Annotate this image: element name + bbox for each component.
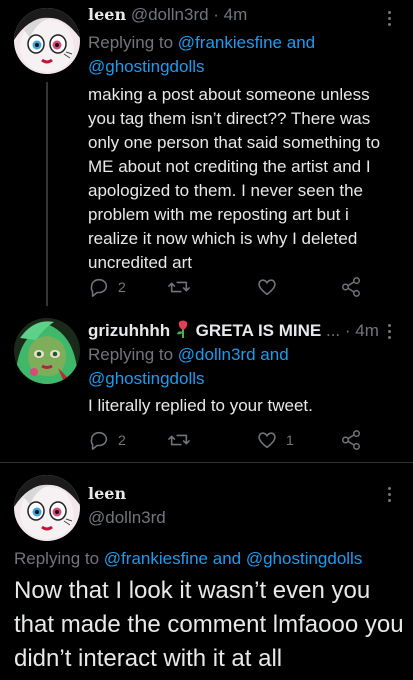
replying-to-label: Replying to xyxy=(88,345,174,364)
mention-link[interactable]: @dolln3rd xyxy=(178,345,256,364)
replying-and: and xyxy=(260,345,289,364)
replying-to: Replying to @dolln3rd and xyxy=(88,344,289,366)
more-options-icon[interactable] xyxy=(388,11,392,29)
retweet-icon xyxy=(168,281,190,293)
retweet-button[interactable] xyxy=(168,427,190,453)
reply-icon xyxy=(90,278,108,297)
share-button[interactable] xyxy=(340,427,362,453)
doll-avatar-icon xyxy=(14,8,80,74)
avatar-leen[interactable] xyxy=(14,8,80,74)
heart-icon xyxy=(258,279,276,296)
handle[interactable]: @dolln3rd xyxy=(131,5,209,24)
display-name-suffix: GRETA IS MINE xyxy=(195,321,322,340)
avatar-leen[interactable] xyxy=(14,475,80,541)
main-display-name[interactable]: leen xyxy=(88,483,126,505)
avatar-grizuhhhh[interactable] xyxy=(14,318,80,384)
heart-icon xyxy=(258,432,276,449)
retweet-icon xyxy=(168,434,190,446)
replying-to: Replying to @frankiesfine and xyxy=(88,32,315,54)
reply-count: 2 xyxy=(118,279,126,295)
mention-link[interactable]: @ghostingdolls xyxy=(246,549,363,568)
tweet-header: grizuhhhh GRETA IS MINE ... · 4m xyxy=(88,320,379,344)
share-icon xyxy=(342,430,360,450)
flower-emoji-icon xyxy=(175,320,191,344)
reply-icon xyxy=(90,431,108,450)
mention-link[interactable]: @frankiesfine xyxy=(104,549,208,568)
tweet-actions: 2 1 xyxy=(88,427,388,453)
replying-to-label: Replying to xyxy=(14,549,100,568)
replying-and: and xyxy=(212,549,242,568)
replying-and: and xyxy=(286,33,316,52)
like-count: 1 xyxy=(286,432,294,448)
reply-button[interactable]: 2 xyxy=(88,427,126,453)
like-button[interactable] xyxy=(256,274,278,300)
reply-count: 2 xyxy=(118,432,126,448)
like-button[interactable]: 1 xyxy=(256,427,294,453)
more-options-icon[interactable] xyxy=(388,324,392,342)
replying-to-label: Replying to xyxy=(88,33,174,52)
timestamp[interactable]: · 4m xyxy=(213,5,247,24)
tweet-header: leen @dolln3rd · 4m xyxy=(88,4,247,26)
doll-avatar-icon xyxy=(14,318,80,384)
tweet-1[interactable]: leen @dolln3rd · 4m Replying to @frankie… xyxy=(0,0,413,310)
main-replying-to: Replying to @frankiesfine and @ghostingd… xyxy=(14,548,362,570)
display-name[interactable]: grizuhhhh xyxy=(88,321,170,340)
share-button[interactable] xyxy=(340,274,362,300)
main-handle[interactable]: @dolln3rd xyxy=(88,507,166,529)
display-name[interactable]: leen xyxy=(88,5,126,24)
main-tweet-text: Now that I look it wasn’t even you that … xyxy=(14,577,404,672)
thread-line xyxy=(46,82,48,306)
share-icon xyxy=(342,277,360,297)
tweet-text: making a post about someone unless you t… xyxy=(88,85,381,272)
more-options-icon[interactable] xyxy=(388,487,392,505)
timestamp[interactable]: · 4m xyxy=(345,321,379,340)
mention-link[interactable]: @ghostingdolls xyxy=(88,57,205,76)
tweet-actions: 2 xyxy=(88,274,388,300)
retweet-button[interactable] xyxy=(168,274,190,300)
replying-to-line2: @ghostingdolls xyxy=(88,368,205,390)
name-ellipsis: ... xyxy=(325,321,341,340)
tweet-text: I literally replied to your tweet. xyxy=(88,396,313,415)
reply-button[interactable]: 2 xyxy=(88,274,126,300)
replying-to-line2: @ghostingdolls xyxy=(88,56,205,78)
display-name: leen xyxy=(88,484,127,503)
mention-link[interactable]: @frankiesfine xyxy=(178,33,282,52)
mention-link[interactable]: @ghostingdolls xyxy=(88,369,205,388)
doll-avatar-icon xyxy=(14,475,80,541)
tweet-2[interactable]: grizuhhhh GRETA IS MINE ... · 4m Replyin… xyxy=(0,310,413,462)
